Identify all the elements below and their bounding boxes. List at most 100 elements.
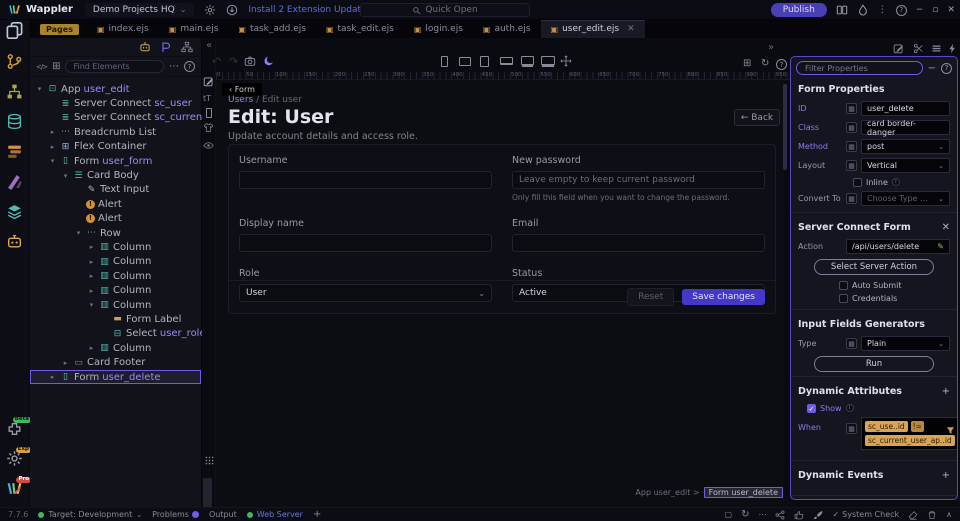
reset-button[interactable]: Reset [627,288,675,306]
output-button[interactable]: Output [209,510,237,519]
paintbrush-icon[interactable] [813,510,824,520]
credentials-checkbox[interactable] [839,294,848,303]
code-view-toggle-icon[interactable]: </> [36,63,48,71]
grid-settings-icon[interactable]: ⊞ [743,58,751,69]
tree-item-server-connect-sc_user[interactable]: ≣ Server Connect sc_user [30,96,201,110]
extensions-puzzle-icon[interactable]: Beta [6,416,31,437]
tree-item-form-user_form[interactable]: ▾ ▯ Form user_form [30,154,201,168]
display-name-input[interactable] [239,234,492,252]
visibility-eye-icon[interactable] [203,140,214,151]
design-palette-icon[interactable] [6,173,23,190]
id-input[interactable]: user_delete [861,101,950,116]
tree-more-icon[interactable]: ⋯ [169,61,179,72]
target-selector[interactable]: Target: Development ⌄ [38,510,142,519]
window-restore-button[interactable]: ▫ [932,5,938,15]
web-server-button[interactable]: Web Server [246,510,303,519]
expand-chevron-icon[interactable]: ▸ [87,287,96,295]
find-elements-input[interactable]: Find Elements [65,60,164,73]
expression-token[interactable]: != [910,421,924,432]
more-options-icon[interactable]: ⋯ [758,510,766,519]
tree-item-row[interactable]: ▾ ⋯ Row [30,226,201,240]
tab-index.ejs[interactable]: ▣ index.ejs [87,20,159,38]
tab-user_edit.ejs[interactable]: ▣ user_edit.ejs ✕ [540,20,645,38]
element-path-prefix[interactable]: App user_edit > [635,488,699,497]
show-checkbox[interactable]: ✓ [807,403,816,413]
save-changes-button[interactable]: Save changes [682,289,765,305]
canvas-vertical-scrollbar[interactable] [783,84,787,170]
expand-chevron-icon[interactable]: ▸ [61,359,70,367]
hierarchy-icon[interactable] [181,41,193,53]
panel-help-icon[interactable]: ? [941,62,952,74]
section-close-icon[interactable]: ✕ [942,222,950,233]
tree-item-form-label[interactable]: ▬ Form Label [30,312,201,326]
move-tool-icon[interactable] [560,55,572,67]
when-expression-editor[interactable]: sc_use..id != sc_current_user_ap..id [861,417,957,450]
inline-checkbox[interactable] [853,177,862,187]
filter-funnel-icon[interactable] [946,426,955,435]
dark-mode-moon-icon[interactable] [263,55,275,67]
class-input[interactable]: card border-danger [861,119,950,137]
ai-assistant-robot-icon[interactable] [6,233,23,250]
add-service-icon[interactable]: + [313,509,321,520]
edit-tool-icon[interactable] [203,76,214,87]
expression-token[interactable]: sc_use..id [865,421,908,432]
typography-tool-icon[interactable]: tT [203,94,214,105]
project-selector[interactable]: Demo Projects HQ ⌄ [84,2,195,17]
expand-chevron-icon[interactable]: ▾ [48,157,57,165]
refresh-canvas-icon[interactable]: ↻ [761,58,769,69]
problems-button[interactable]: Problems [152,510,199,519]
device-tablet-landscape-icon[interactable] [459,57,471,66]
update-download-icon[interactable] [226,4,238,16]
run-button[interactable]: Run [814,356,934,372]
tree-item-text-input[interactable]: ✎ Text Input [30,183,201,197]
expression-token[interactable]: sc_current_user_ap..id [865,435,955,446]
data-picker-icon[interactable]: ▦ [846,141,857,152]
split-view-icon[interactable] [931,43,942,54]
expand-chevron-icon[interactable]: ▸ [87,344,96,352]
help-icon[interactable]: ? [895,4,907,16]
data-picker-icon[interactable]: ▦ [846,160,857,171]
tree-item-form-user_delete[interactable]: ▸ ▯ Form user_delete [30,369,201,385]
device-preview-tool-icon[interactable] [206,108,212,118]
new-password-input[interactable]: Leave empty to keep current password [512,171,765,189]
layers-icon[interactable] [6,203,23,220]
tree-item-alert[interactable]: ! Alert [30,212,201,226]
expand-chevron-icon[interactable]: ▸ [48,143,57,151]
app-connect-bolt-icon[interactable] [947,43,958,54]
window-minimize-button[interactable]: − [916,5,924,15]
tree-item-column[interactable]: ▸ ▥ Column [30,240,201,254]
data-picker-icon[interactable]: ▦ [846,423,857,434]
styles-icon[interactable] [6,143,23,160]
add-dynamic-event-icon[interactable]: + [942,470,950,481]
tree-item-breadcrumb-list[interactable]: ▸ ⋯ Breadcrumb List [30,125,201,139]
tree-item-alert[interactable]: ! Alert [30,197,201,211]
select-server-action-button[interactable]: Select Server Action [814,259,934,275]
node-tree-icon[interactable] [6,83,23,100]
tab-close-icon[interactable]: ✕ [627,24,635,34]
auto-submit-checkbox[interactable] [839,281,848,290]
grid-handle-icon[interactable] [204,455,215,466]
tree-item-app-user_edit[interactable]: ▾ ⊡ App user_edit [30,82,201,96]
tree-item-column[interactable]: ▾ ▥ Column [30,298,201,312]
redo-icon[interactable]: ↷ [229,55,238,68]
layout-columns-icon[interactable] [836,4,848,16]
thumbs-up-icon[interactable] [794,510,804,520]
tree-item-select-user_role[interactable]: ⊟ Select user_role [30,327,206,341]
quick-open-input[interactable]: Quick Open [360,3,530,17]
code-view-icon[interactable] [913,43,924,54]
filter-properties-input[interactable]: Filter Properties [796,61,923,75]
extension-updates-link[interactable]: Install 2 Extension Updates [248,5,371,15]
theme-shirt-icon[interactable] [203,122,214,133]
element-path-selected[interactable]: Form user_delete [703,487,783,498]
tree-item-column[interactable]: ▸ ▥ Column [30,269,201,283]
tree-item-card-body[interactable]: ▾ ☰ Card Body [30,168,201,182]
username-input[interactable] [239,171,492,189]
system-check-button[interactable]: ✓ System Check [832,510,899,519]
expand-chevron-icon[interactable]: ▸ [87,272,96,280]
email-input[interactable] [512,234,765,252]
device-phone-icon[interactable] [441,56,448,67]
back-button[interactable]: ← Back [734,109,780,126]
layout-select[interactable]: Vertical ⌄ [861,158,950,173]
robot-helper-icon[interactable] [139,41,151,53]
device-monitor-icon[interactable] [541,56,555,65]
